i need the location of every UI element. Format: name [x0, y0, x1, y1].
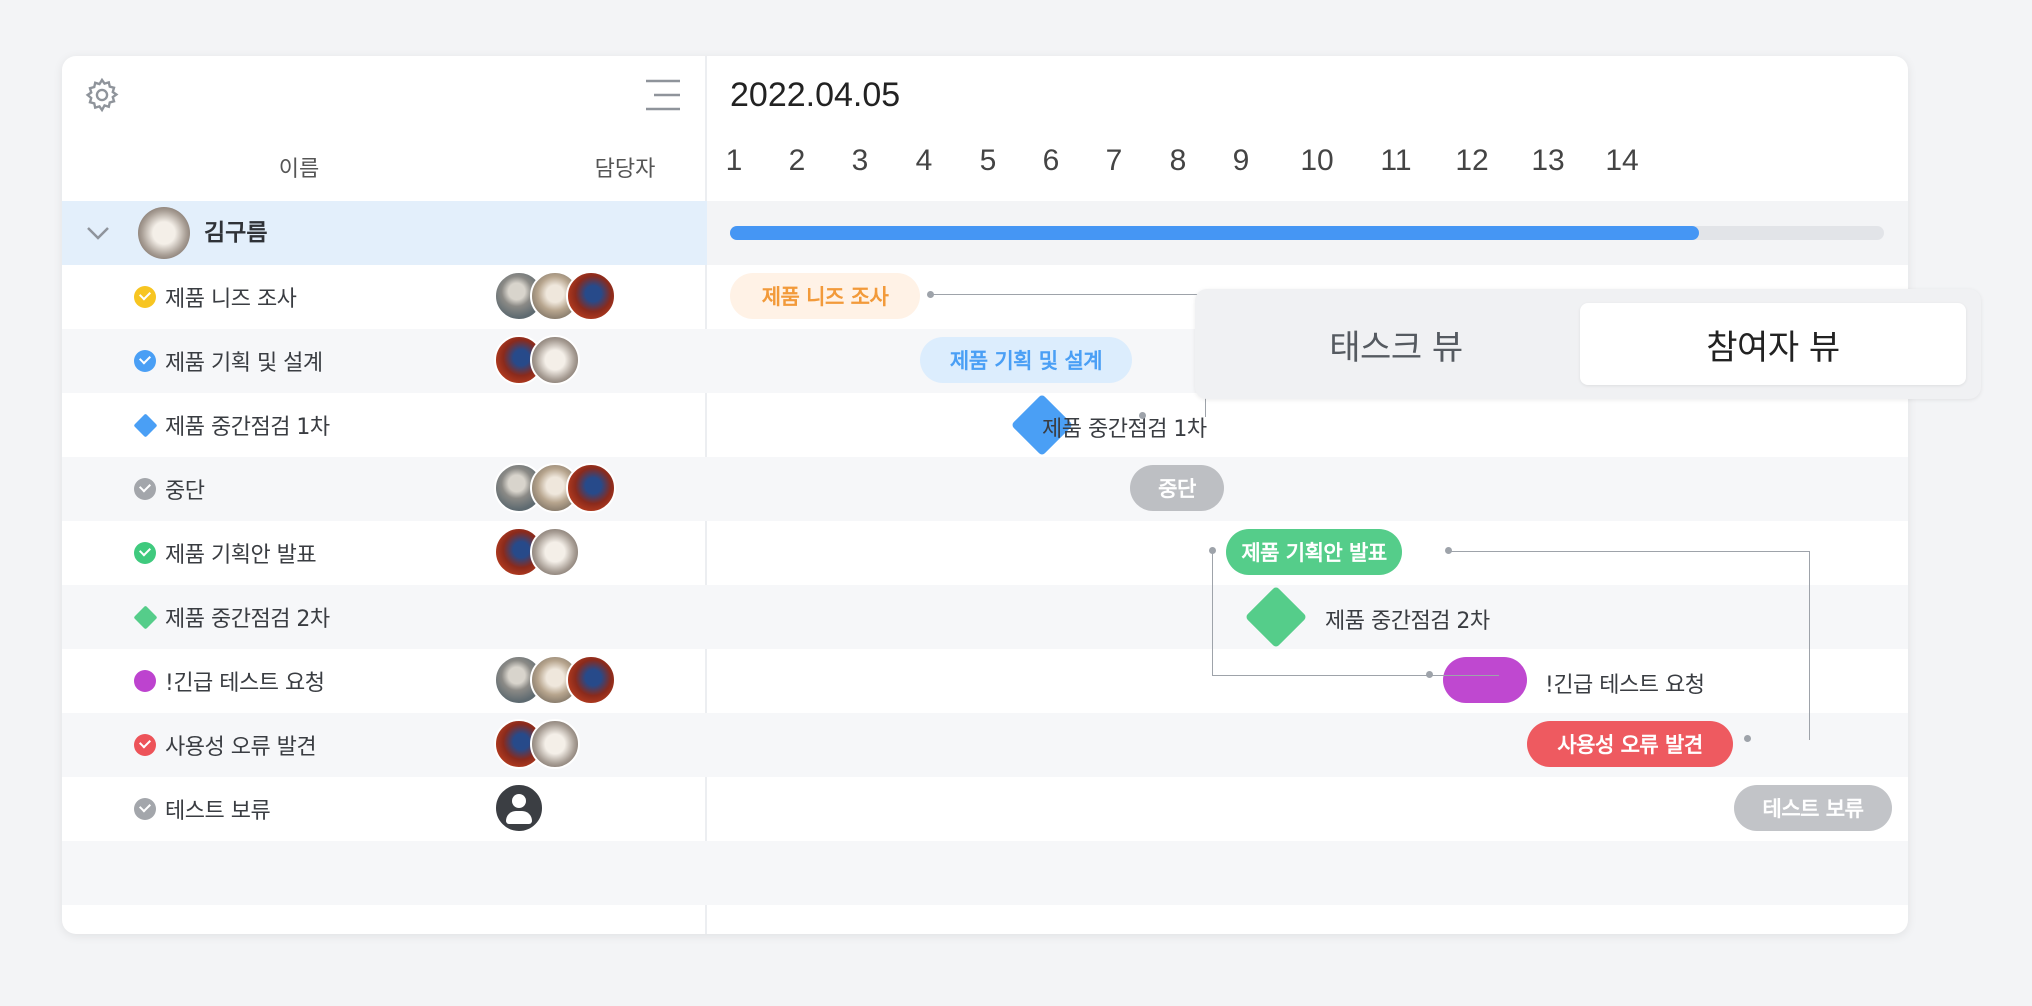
task-name: 중단	[165, 479, 205, 504]
avatar	[566, 463, 616, 513]
task-name: 제품 중간점검 1차	[165, 415, 330, 440]
avatar	[530, 527, 580, 577]
task-name-cell: 제품 중간점검 2차	[133, 585, 330, 649]
connector-dot	[1139, 412, 1146, 419]
day-label: 1	[725, 144, 743, 177]
task-name: 제품 중간점검 2차	[165, 607, 330, 632]
task-row[interactable]: 테스트 보류 테스트 보류	[62, 777, 1908, 841]
task-name-cell: 중단	[134, 457, 205, 521]
task-name-cell: 제품 중간점검 1차	[133, 393, 330, 457]
group-name: 김구름	[204, 220, 268, 246]
status-check-icon	[134, 350, 156, 372]
group-row[interactable]: 김구름	[62, 201, 1908, 265]
day-label: 10	[1300, 144, 1334, 177]
status-check-icon	[134, 286, 156, 308]
status-check-icon	[134, 734, 156, 756]
avatar	[530, 719, 580, 769]
gantt-panel: 2022.04.05 이름 담당자 1 2 3 4 5 6 7 8 9 10 11 12 13 14 김구…	[62, 56, 1908, 934]
col-header-assignee: 담당자	[594, 157, 656, 182]
date-header: 2022.04.05	[730, 76, 901, 114]
assignee-avatars[interactable]	[494, 527, 580, 579]
dependency-connector	[931, 294, 1206, 417]
day-label: 11	[1380, 144, 1412, 177]
task-name-cell: !긴급 테스트 요청	[134, 649, 325, 713]
task-name-cell: 제품 기획 및 설계	[134, 329, 323, 393]
gantt-bar[interactable]: 제품 니즈 조사	[730, 273, 920, 319]
task-name-cell: 테스트 보류	[134, 777, 271, 841]
hamburger-menu-icon[interactable]	[644, 76, 682, 114]
assignee-avatars[interactable]	[494, 463, 616, 515]
task-name-cell: 제품 니즈 조사	[134, 265, 297, 329]
gantt-bar-label: 테스트 보류	[1762, 797, 1864, 821]
task-row[interactable]: 중단 중단	[62, 457, 1908, 521]
group-progress-track	[730, 226, 1884, 240]
gantt-bar-label: 중단	[1158, 477, 1196, 501]
status-circle-icon	[134, 670, 156, 692]
task-name-cell: 제품 기획안 발표	[134, 521, 317, 585]
group-progress-fill	[730, 226, 1700, 240]
assignee-avatars[interactable]	[494, 719, 580, 771]
connector-dot	[1426, 671, 1433, 678]
task-view-button[interactable]: 태스크 뷰	[1209, 303, 1583, 385]
day-label: 12	[1455, 144, 1489, 177]
milestone-diamond-icon	[133, 412, 158, 438]
day-label: 7	[1105, 144, 1123, 177]
task-name: 제품 니즈 조사	[165, 287, 297, 312]
day-label: 5	[979, 144, 997, 177]
day-label: 6	[1042, 144, 1060, 177]
avatar	[566, 655, 616, 705]
gear-icon[interactable]	[83, 76, 121, 114]
assignee-avatars[interactable]	[494, 271, 616, 323]
assignee-avatars[interactable]	[494, 783, 544, 835]
day-label: 14	[1605, 144, 1639, 177]
user-placeholder-icon	[494, 783, 544, 833]
task-name: 제품 기획 및 설계	[165, 351, 323, 376]
task-name: 제품 기획안 발표	[165, 543, 317, 568]
participant-view-button[interactable]: 참여자 뷰	[1580, 303, 1966, 385]
milestone-diamond-icon	[133, 604, 158, 630]
avatar	[530, 335, 580, 385]
col-header-name: 이름	[278, 157, 320, 182]
assignee-avatars[interactable]	[494, 335, 580, 387]
avatar	[566, 271, 616, 321]
gantt-bar[interactable]: 중단	[1130, 465, 1224, 511]
status-check-icon	[134, 478, 156, 500]
day-label: 8	[1169, 144, 1187, 177]
day-label: 13	[1531, 144, 1565, 177]
day-label: 4	[915, 144, 933, 177]
view-toggle: 태스크 뷰 참여자 뷰	[1195, 289, 1981, 399]
avatar	[138, 207, 190, 259]
chevron-down-icon[interactable]	[84, 219, 112, 247]
dependency-connector	[1449, 551, 1810, 740]
day-label: 3	[851, 144, 869, 177]
task-name: !긴급 테스트 요청	[165, 671, 325, 696]
task-name: 사용성 오류 발견	[165, 735, 317, 760]
gantt-bar-label: 제품 니즈 조사	[761, 285, 889, 309]
status-check-icon	[134, 798, 156, 820]
empty-row	[62, 841, 1908, 905]
day-label: 2	[788, 144, 806, 177]
day-label: 9	[1232, 144, 1250, 177]
status-check-icon	[134, 542, 156, 564]
task-name: 테스트 보류	[165, 799, 271, 824]
connector-dot	[1744, 735, 1751, 742]
assignee-avatars[interactable]	[494, 655, 616, 707]
gantt-bar[interactable]: 테스트 보류	[1734, 785, 1892, 831]
task-name-cell: 사용성 오류 발견	[134, 713, 317, 777]
